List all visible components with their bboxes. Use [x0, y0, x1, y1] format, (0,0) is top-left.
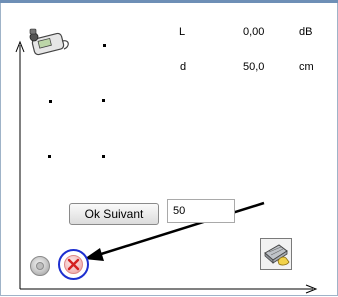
grid-dot — [48, 155, 51, 158]
cancel-button[interactable] — [58, 249, 89, 280]
cancel-x-icon — [64, 255, 83, 274]
sound-meter-icon — [29, 28, 69, 56]
distance-unit: cm — [299, 61, 314, 73]
level-unit: dB — [299, 26, 313, 38]
ok-next-button[interactable]: Ok Suivant — [69, 203, 159, 225]
value-input[interactable] — [167, 199, 235, 223]
level-label: L — [179, 26, 186, 38]
grid-dot — [102, 99, 105, 102]
grid-dot — [102, 155, 105, 158]
distance-label: d — [180, 61, 187, 73]
keyboard-tool-button[interactable] — [260, 238, 292, 270]
level-value: 0,00 — [243, 26, 265, 38]
grid-dot — [103, 44, 106, 47]
keyboard-hand-icon — [264, 244, 290, 266]
record-button[interactable] — [30, 256, 50, 276]
grid-dot — [49, 100, 52, 103]
distance-value: 50,0 — [243, 61, 265, 73]
